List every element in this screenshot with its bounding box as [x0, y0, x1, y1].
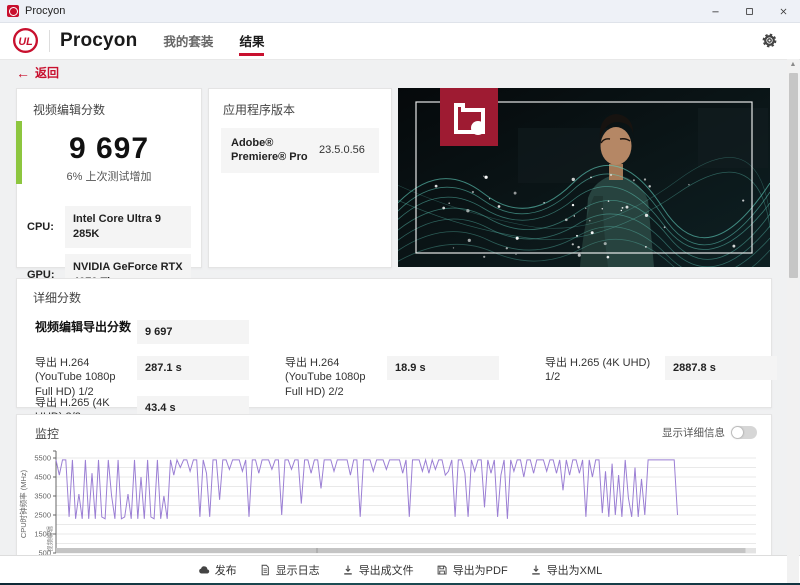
- svg-text:CPU时钟频率 (MHz): CPU时钟频率 (MHz): [18, 469, 28, 538]
- hero-image: [398, 88, 770, 267]
- tab-my-suites[interactable]: 我的套装: [163, 22, 213, 59]
- back-label: 返回: [35, 66, 60, 80]
- app-version-card: 应用程序版本 Adobe® Premiere® Pro 23.5.0.56: [208, 88, 392, 268]
- app-header: UL Procyon 我的套装 结果: [0, 22, 800, 60]
- detail-score-cell: 视频编辑导出分数 9 697: [35, 320, 249, 344]
- download-icon: [531, 565, 540, 575]
- maximize-button[interactable]: [732, 0, 766, 22]
- main-tabs: 我的套装 结果: [163, 22, 265, 59]
- footer-button-label: 导出成文件: [358, 565, 414, 577]
- cloud-upload-icon: [198, 566, 209, 574]
- spec-label: CPU:: [27, 220, 54, 233]
- svg-text:4500: 4500: [34, 473, 51, 482]
- save-disk-icon: [437, 565, 447, 575]
- svg-text:视频编辑: 视频编辑: [45, 526, 54, 553]
- detail-score-cell: 导出 H.264 (YouTube 1080p Full HD) 2/2 18.9…: [285, 356, 499, 399]
- scrollbar-thumb[interactable]: [788, 73, 798, 278]
- score-change-note: 6% 上次测试增加: [66, 171, 152, 183]
- detail-score-value: 9 697: [137, 320, 249, 344]
- detail-score-value: 287.1 s: [137, 356, 249, 380]
- monitoring-title: 监控: [35, 427, 60, 441]
- detail-score-value: 18.9 s: [387, 356, 499, 380]
- app-icon: [7, 5, 19, 17]
- back-arrow-icon: ←: [16, 64, 30, 81]
- detailed-scores-title: 详细分数: [33, 291, 82, 305]
- vertical-scrollbar[interactable]: ▲: [787, 59, 799, 583]
- detail-score-value: 2887.8 s: [665, 356, 777, 380]
- detail-score-label: 导出 H.265 (4K UHD) 1/2: [545, 357, 651, 384]
- scroll-up-arrow-icon[interactable]: ▲: [787, 61, 799, 68]
- log-file-icon: [261, 564, 269, 576]
- benchmark-score: 9 697: [68, 132, 150, 165]
- export-pdf-button[interactable]: 导出为PDF: [436, 562, 508, 578]
- back-button[interactable]: ← 返回: [16, 64, 59, 81]
- svg-text:3500: 3500: [34, 492, 51, 501]
- detail-score-label: 导出 H.264 (YouTube 1080p Full HD) 1/2: [35, 357, 116, 398]
- brand-title: Procyon: [60, 29, 138, 51]
- detail-score-label: 导出 H.264 (YouTube 1080p Full HD) 2/2: [285, 357, 366, 398]
- spec-value: Intel Core Ultra 9 285K: [65, 206, 191, 248]
- app-version-rows: Adobe® Premiere® Pro 23.5.0.56: [209, 128, 391, 173]
- detail-score-label: 视频编辑导出分数: [35, 320, 132, 334]
- publish-button[interactable]: 发布: [198, 562, 237, 578]
- window-title: Procyon: [25, 5, 66, 17]
- detail-score-cell: 导出 H.265 (4K UHD) 1/2 2887.8 s: [545, 356, 777, 385]
- detailed-scores-card: 详细分数 视频编辑导出分数 9 697 导出 H.264 (YouTube 1080…: [16, 278, 777, 423]
- show-log-button[interactable]: 显示日志: [259, 562, 320, 578]
- video-editing-score-card: 视频编辑分数 9 697 6% 上次测试增加 CPU: Intel Core Ul…: [16, 88, 202, 296]
- app-name: Adobe® Premiere® Pro: [231, 137, 308, 164]
- monitoring-card: 监控 显示详细信息 5500 4500 3500 2500 1500 500 CPU时钟频率…: [16, 414, 772, 576]
- export-xml-button[interactable]: 导出为XML: [530, 562, 603, 578]
- footer-button-label: 导出为XML: [546, 565, 603, 577]
- footer-button-label: 导出为PDF: [452, 565, 508, 577]
- ul-logo-icon: UL: [12, 27, 39, 54]
- gear-icon[interactable]: [761, 32, 778, 49]
- svg-text:2500: 2500: [34, 511, 51, 520]
- score-indicator-bar: [16, 121, 22, 184]
- detail-score-cell: 导出 H.264 (YouTube 1080p Full HD) 1/2 287.…: [35, 356, 249, 399]
- export-file-button[interactable]: 导出成文件: [342, 562, 414, 578]
- footer-button-label: 显示日志: [275, 565, 320, 577]
- close-button[interactable]: [766, 0, 800, 22]
- app-version-row: Adobe® Premiere® Pro 23.5.0.56: [221, 128, 379, 173]
- app-version-value: 23.5.0.56: [319, 144, 365, 157]
- minimize-button[interactable]: [698, 0, 732, 22]
- divider: [49, 29, 50, 52]
- video-camera-badge: [440, 88, 498, 146]
- tab-results[interactable]: 结果: [239, 22, 265, 59]
- svg-text:UL: UL: [18, 36, 32, 48]
- svg-text:5500: 5500: [34, 454, 51, 463]
- monitor-chart[interactable]: 55004500350025001500500CPU时钟频率 (MHz)视频编辑: [17, 444, 771, 556]
- title-bar: Procyon: [0, 0, 800, 23]
- download-icon: [343, 565, 352, 575]
- score-card-title: 视频编辑分数: [33, 103, 106, 117]
- app-version-title: 应用程序版本: [223, 103, 296, 117]
- spec-row: CPU: Intel Core Ultra 9 285K: [27, 206, 191, 248]
- footer-toolbar: 发布 显示日志 导出成文件 导出为PDF 导出为XML: [0, 555, 800, 584]
- show-details-toggle[interactable]: [731, 426, 757, 439]
- show-details-label: 显示详细信息: [662, 427, 725, 439]
- footer-button-label: 发布: [214, 565, 237, 577]
